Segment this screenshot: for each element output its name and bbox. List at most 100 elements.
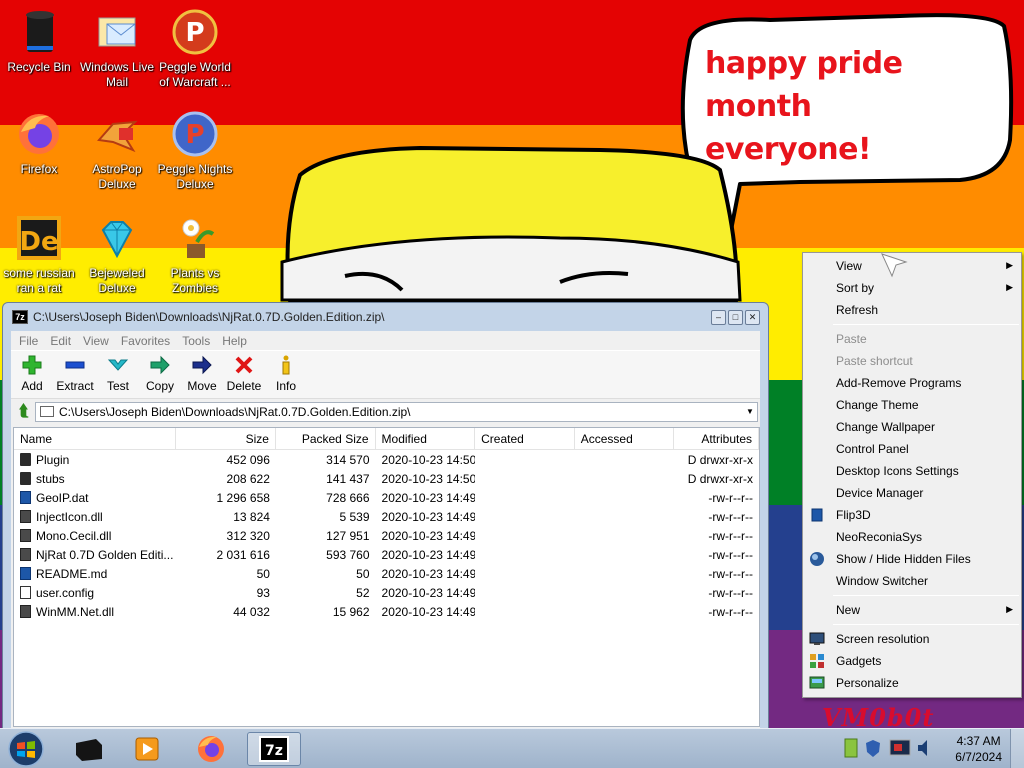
file-icon [20, 567, 31, 580]
file-attr-cell: -rw-r--r-- [708, 585, 754, 600]
taskbar-7zip[interactable]: 7z [247, 732, 301, 766]
7zip-window[interactable]: 7z C:\Users\Joseph Biden\Downloads\NjRat… [2, 302, 769, 730]
file-size-cell: 50 [256, 566, 270, 581]
ctx-personalize[interactable]: Personalize [803, 672, 1021, 694]
taskbar-media-player[interactable] [120, 732, 174, 766]
ctx-screen-resolution[interactable]: Screen resolution [803, 628, 1021, 650]
ctx-change-theme[interactable]: Change Theme [803, 394, 1021, 416]
ctx-paste[interactable]: Paste [803, 328, 1021, 350]
ctx-gadgets[interactable]: Gadgets [803, 650, 1021, 672]
column-size[interactable]: Size [176, 428, 276, 449]
ctx-desktop-icons-settings[interactable]: Desktop Icons Settings [803, 460, 1021, 482]
menu-tools[interactable]: Tools [176, 334, 216, 348]
add-button[interactable]: Add [11, 351, 53, 398]
svg-text:7z: 7z [265, 743, 283, 759]
minimize-button[interactable]: – [711, 310, 726, 325]
column-packed-size[interactable]: Packed Size [276, 428, 376, 449]
desktop-icon-russian-rat[interactable]: De some russian ran a rat [0, 214, 78, 296]
show-desktop-button[interactable] [1010, 729, 1024, 768]
ctx-flip3d[interactable]: Flip3D [803, 504, 1021, 526]
test-button[interactable]: Test [97, 351, 139, 398]
ctx-add-remove-programs[interactable]: Add-Remove Programs [803, 372, 1021, 394]
column-name[interactable]: Name [14, 428, 177, 449]
desktop-icon-astropop[interactable]: AstroPop Deluxe [78, 110, 156, 192]
column-accessed[interactable]: Accessed [575, 428, 675, 449]
column-modified[interactable]: Modified [376, 428, 476, 449]
taskbar-clock[interactable]: 4:37 AM 6/7/2024 [955, 733, 1002, 765]
file-list[interactable]: Name Size Packed Size Modified Created A… [13, 427, 760, 727]
firefox-icon [198, 736, 224, 762]
delete-button[interactable]: Delete [223, 351, 265, 398]
menu-file[interactable]: File [13, 334, 44, 348]
window-titlebar[interactable]: 7z C:\Users\Joseph Biden\Downloads\NjRat… [3, 303, 768, 331]
tray-shield-icon[interactable] [864, 737, 882, 759]
menu-view[interactable]: View [77, 334, 115, 348]
extract-button[interactable]: Extract [53, 351, 97, 398]
ctx-new[interactable]: New ▶ [803, 599, 1021, 621]
menu-separator [833, 595, 1019, 596]
file-size-cell: 93 [256, 585, 270, 600]
close-button[interactable]: ✕ [745, 310, 760, 325]
tray-volume-icon[interactable] [916, 737, 934, 759]
file-size-cell: 312 320 [226, 528, 270, 543]
folder-icon [20, 453, 31, 466]
up-folder-icon[interactable]: ⮬ [13, 401, 35, 423]
table-row[interactable]: README.md 50 50 2020-10-23 14:49 -rw-r--r-- [14, 564, 759, 583]
column-created[interactable]: Created [475, 428, 575, 449]
file-attr-cell: -rw-r--r-- [708, 604, 754, 619]
desktop-icon-recycle-bin[interactable]: Recycle Bin [0, 8, 78, 75]
ctx-view[interactable]: View ▶ [803, 255, 1021, 277]
address-field[interactable]: C:\Users\Joseph Biden\Downloads\NjRat.0.… [35, 401, 758, 422]
table-row[interactable]: WinMM.Net.dll 44 032 15 962 2020-10-23 14:4… [14, 602, 759, 621]
table-row[interactable]: Plugin 452 096 314 570 2020-10-23 14:50 D dr… [14, 450, 759, 469]
chevron-right-icon: ▶ [1006, 282, 1013, 292]
desktop-icon-firefox[interactable]: Firefox [0, 110, 78, 177]
taskbar-firefox[interactable] [184, 732, 238, 766]
7zip-app-icon: 7z [12, 310, 28, 324]
gem-icon [93, 214, 141, 262]
file-name-cell: README.md [14, 567, 176, 581]
table-row[interactable]: Mono.Cecil.dll 312 320 127 951 2020-10-23 1… [14, 526, 759, 545]
chevron-down-icon[interactable]: ▼ [743, 407, 757, 416]
file-icon [20, 605, 31, 618]
desktop-icon-windows-live-mail[interactable]: Windows Live Mail [78, 8, 156, 90]
table-row[interactable]: NjRat 0.7D Golden Editi... 2 031 616 593 7… [14, 545, 759, 564]
taskbar: 7z 4:37 AM 6/7/2024 [0, 728, 1024, 768]
desktop-icon-peggle-wow[interactable]: P Peggle World of Warcraft ... [156, 8, 234, 90]
maximize-button[interactable]: □ [728, 310, 743, 325]
ctx-sort-by[interactable]: Sort by ▶ [803, 277, 1021, 299]
file-size-cell: 44 032 [233, 604, 270, 619]
ctx-window-switcher[interactable]: Window Switcher [803, 570, 1021, 592]
desktop-icon-bejeweled[interactable]: Bejeweled Deluxe [78, 214, 156, 296]
table-row[interactable]: GeoIP.dat 1 296 658 728 666 2020-10-23 14:4… [14, 488, 759, 507]
menu-favorites[interactable]: Favorites [115, 334, 176, 348]
taskbar-black-box[interactable] [62, 732, 116, 766]
tray-android-icon[interactable] [842, 737, 860, 759]
desktop-icon-peggle-nights[interactable]: P Peggle Nights Deluxe [156, 110, 234, 192]
column-attributes[interactable]: Attributes [674, 428, 759, 449]
desktop-icon-plants-vs-zombies[interactable]: Plants vs Zombies [156, 214, 234, 296]
menu-help[interactable]: Help [216, 334, 253, 348]
file-modified-cell: 2020-10-23 14:50 [381, 471, 476, 486]
info-icon [275, 354, 297, 376]
ctx-neoreconiasys[interactable]: NeoReconiaSys [803, 526, 1021, 548]
info-button[interactable]: Info [265, 351, 307, 398]
ctx-control-panel[interactable]: Control Panel [803, 438, 1021, 460]
ctx-device-manager[interactable]: Device Manager [803, 482, 1021, 504]
table-row[interactable]: InjectIcon.dll 13 824 5 539 2020-10-23 14:4… [14, 507, 759, 526]
start-button[interactable] [6, 730, 46, 768]
copy-button[interactable]: Copy [139, 351, 181, 398]
table-row[interactable]: stubs 208 622 141 437 2020-10-23 14:50 D drw… [14, 469, 759, 488]
toolbar: Add Extract Test Copy Move Delete Info [11, 350, 760, 398]
file-name-cell: Plugin [14, 453, 176, 467]
ctx-paste-shortcut[interactable]: Paste shortcut [803, 350, 1021, 372]
ctx-change-wallpaper[interactable]: Change Wallpaper [803, 416, 1021, 438]
tray-network-icon[interactable] [888, 737, 912, 759]
file-name-cell: Mono.Cecil.dll [14, 529, 176, 543]
menu-edit[interactable]: Edit [44, 334, 77, 348]
peggle-icon: P [171, 8, 219, 56]
table-row[interactable]: user.config 93 52 2020-10-23 14:49 -rw-r--r-… [14, 583, 759, 602]
move-button[interactable]: Move [181, 351, 223, 398]
ctx-show-hide-hidden-files[interactable]: Show / Hide Hidden Files [803, 548, 1021, 570]
ctx-refresh[interactable]: Refresh [803, 299, 1021, 321]
